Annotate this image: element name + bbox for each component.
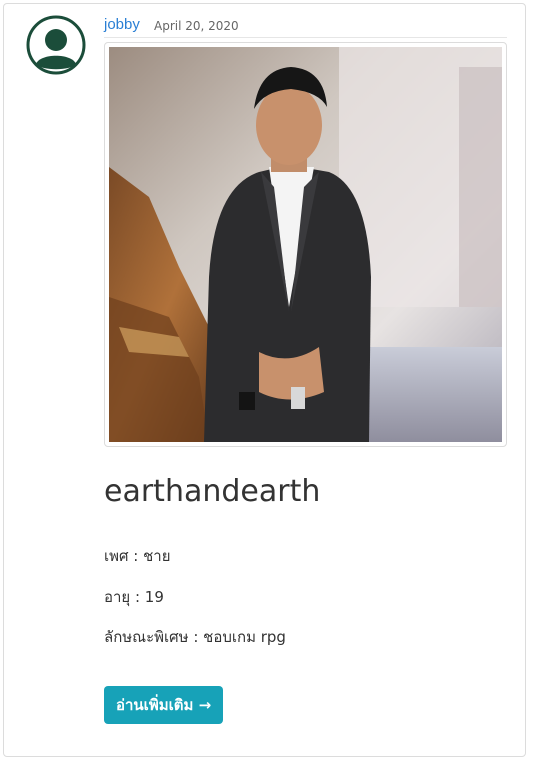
age-text: อายุ : 19 (104, 588, 164, 606)
post-meta: jobby April 20, 2020 (104, 14, 507, 38)
post-date: April 20, 2020 (154, 19, 239, 33)
gender-text: เพศ : ชาย (104, 547, 171, 565)
read-more-button[interactable]: อ่านเพิ่มเติม → (104, 686, 224, 724)
post-image[interactable] (109, 47, 502, 442)
post-image-frame (104, 42, 507, 447)
post-title[interactable]: earthandearth (104, 474, 320, 509)
user-avatar-icon[interactable] (26, 15, 86, 75)
author-link[interactable]: jobby (104, 16, 140, 33)
trait-text: ลักษณะพิเศษ : ชอบเกม rpg (104, 628, 286, 646)
